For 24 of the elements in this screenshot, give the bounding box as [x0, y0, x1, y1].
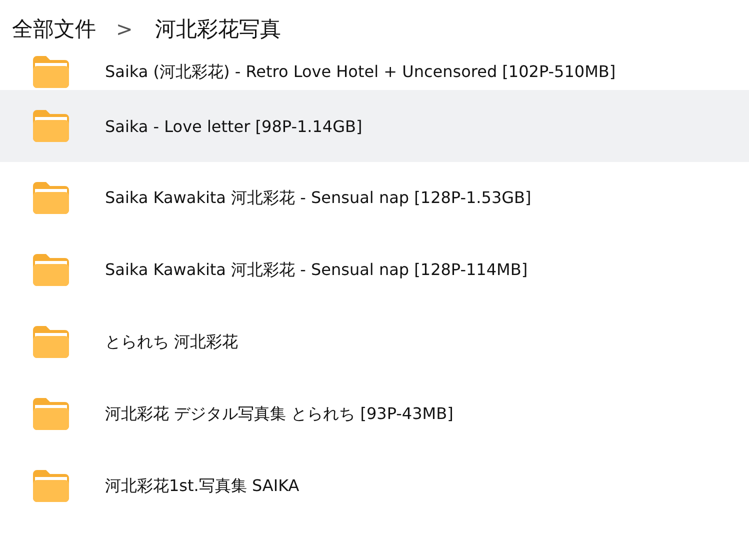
folder-icon	[33, 110, 69, 142]
file-name: とられち 河北彩花	[105, 332, 238, 352]
file-name: Saika (河北彩花) - Retro Love Hotel + Uncensored [102P-510MB]	[105, 62, 616, 82]
file-row[interactable]: Saika - Love letter [98P-1.14GB]	[0, 90, 749, 162]
breadcrumb-item[interactable]: 河北彩花写真	[154, 15, 281, 43]
file-row[interactable]: 河北彩花1st.写真集 SAIKA	[0, 450, 749, 522]
folder-icon	[33, 398, 69, 430]
file-name: Saika Kawakita 河北彩花 - Sensual nap [128P-114MB]	[105, 260, 528, 280]
file-name: 河北彩花 デジタル写真集 とられち [93P-43MB]	[105, 404, 454, 424]
file-row[interactable]: Saika Kawakita 河北彩花 - Sensual nap [128P-1.53GB]	[0, 162, 749, 234]
file-row[interactable]: とられち 河北彩花	[0, 306, 749, 378]
folder-icon	[33, 470, 69, 502]
breadcrumb-separator: >	[116, 17, 133, 41]
folder-icon	[33, 326, 69, 358]
file-row[interactable]: 河北彩花 デジタル写真集 とられち [93P-43MB]	[0, 378, 749, 450]
file-name: Saika Kawakita 河北彩花 - Sensual nap [128P-1.53GB]	[105, 188, 532, 208]
file-row[interactable]: Saika (河北彩花) - Retro Love Hotel + Uncensored [102P-510MB]	[0, 54, 749, 90]
folder-icon	[33, 254, 69, 286]
breadcrumb-item[interactable]: 全部文件	[12, 15, 96, 43]
file-name: 河北彩花1st.写真集 SAIKA	[105, 476, 300, 496]
file-name: Saika - Love letter [98P-1.14GB]	[105, 116, 362, 136]
folder-icon	[33, 56, 69, 88]
file-row[interactable]: Saika Kawakita 河北彩花 - Sensual nap [128P-114MB]	[0, 234, 749, 306]
folder-icon	[33, 182, 69, 214]
